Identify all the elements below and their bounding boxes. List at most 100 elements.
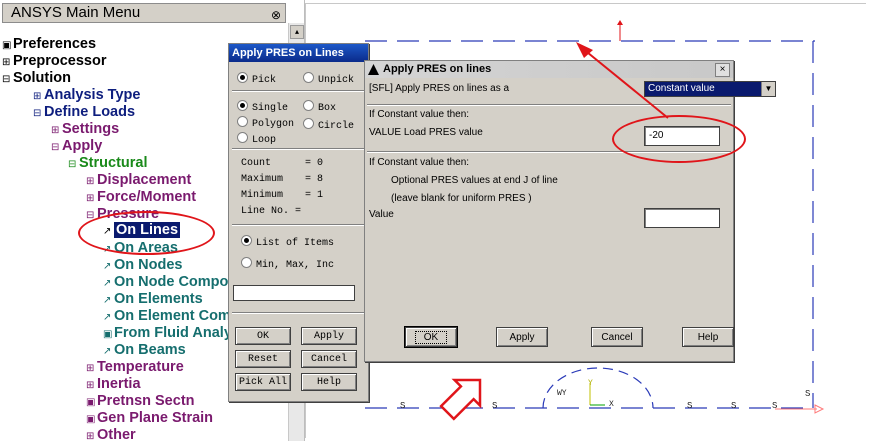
main-menu-title: ANSYS Main Menu ⊗ [2,3,286,23]
scroll-up-icon[interactable]: ▴ [290,25,304,39]
dialog-help-button[interactable]: Help [682,327,734,347]
menu-item-solution[interactable]: ⊟ Solution [2,70,71,88]
count-value: = 0 [305,158,324,169]
dialog-title-text: Apply PRES on lines [383,63,492,75]
expand-icon: ⊞ [33,91,42,102]
radio-list-of-items[interactable]: List of Items [241,235,334,249]
optional-label: Optional PRES values at end J of line [391,175,558,186]
if-constant-label-2: If Constant value then: [369,157,470,168]
checkbox-icon: ▣ [103,329,113,340]
dialog-title: Apply PRES on lines [365,61,733,78]
menu-item-define-loads[interactable]: ⊟ Define Loads [33,104,135,122]
collapse-icon[interactable]: ⊗ [271,6,281,24]
menu-item-on-nodes[interactable]: ↗ On Nodes [103,257,182,275]
picker-divider [232,224,365,226]
menu-item-apply[interactable]: ⊟ Apply [51,138,102,156]
symbol-s-3: S [492,401,498,411]
picker-divider [232,148,365,150]
picker-divider [232,312,365,314]
radio-polygon[interactable]: Polygon [237,116,294,130]
symbol-s-5: S [731,401,737,411]
minimum-value: = 1 [305,190,324,201]
if-constant-label-1: If Constant value then: [369,109,470,120]
radio-selected-icon [237,72,248,83]
pick-arrow-icon: ↗ [103,346,112,357]
picker-help-button[interactable]: Help [301,373,357,391]
checkbox-icon: ▣ [86,414,96,425]
pres-value-j-input[interactable] [644,208,720,228]
dialog-ok-button[interactable]: OK [405,327,457,347]
radio-single[interactable]: Single [237,100,288,114]
pick-arrow-icon: ↗ [103,261,112,272]
pick-arrow-icon: ↗ [103,312,112,323]
picker-item-input[interactable] [233,285,355,301]
menu-item-gen-plane-strain[interactable]: ▣ Gen Plane Strain [86,410,213,428]
checkbox-icon: ▣ [2,40,12,51]
menu-item-temperature[interactable]: ⊞ Temperature [86,359,184,377]
expand-icon: ⊞ [86,176,95,187]
menu-item-preprocessor[interactable]: ⊞ Preprocessor [2,53,107,71]
menu-item-structural[interactable]: ⊟ Structural [68,155,148,173]
menu-item-on-elements[interactable]: ↗ On Elements [103,291,203,309]
menu-item-from-fluid-analysis[interactable]: ▣ From Fluid Analy [103,325,232,343]
value-label: VALUE Load PRES value [369,127,483,138]
radio-icon [303,118,314,129]
top-marker-arrowhead [617,20,623,25]
collapse-tree-icon: ⊟ [51,142,60,153]
menu-item-settings[interactable]: ⊞ Settings [51,121,119,139]
radio-icon [241,257,252,268]
dialog-cancel-button[interactable]: Cancel [591,327,643,347]
count-label: Count [241,158,272,169]
menu-item-displacement[interactable]: ⊞ Displacement [86,172,191,190]
picker-reset-button[interactable]: Reset [235,350,291,368]
symbol-s-4: S [687,401,693,411]
blank-hint: (leave blank for uniform PRES ) [391,193,532,204]
menu-item-pretnsn-sectn[interactable]: ▣ Pretnsn Sectn [86,393,195,411]
radio-selected-icon [241,235,252,246]
collapse-tree-icon: ⊟ [68,159,77,170]
expand-icon: ⊞ [86,363,95,374]
picker-dialog: Apply PRES on Lines Pick Unpick Single B… [228,43,369,402]
chevron-down-icon[interactable]: ▼ [761,82,775,96]
radio-selected-icon [237,100,248,111]
minimum-label: Minimum [241,190,284,201]
expand-icon: ⊞ [51,125,60,136]
radio-pick[interactable]: Pick [237,72,276,86]
value2-label: Value [369,209,394,220]
menu-item-inertia[interactable]: ⊞ Inertia [86,376,141,394]
radio-unpick[interactable]: Unpick [303,72,354,86]
dialog-apply-button[interactable]: Apply [496,327,548,347]
x-axis-label: X [609,400,614,409]
menu-item-on-beams[interactable]: ↗ On Beams [103,342,186,360]
symbol-s-6: S [772,401,778,411]
menu-item-force-moment[interactable]: ⊞ Force/Moment [86,189,196,207]
expand-icon: ⊞ [86,431,95,442]
y-axis-label: Y [588,379,593,388]
radio-box[interactable]: Box [303,100,336,114]
hole-arc [542,367,654,409]
menu-item-preferences[interactable]: ▣ Preferences [2,36,96,54]
radio-circle[interactable]: Circle [303,118,354,132]
menu-item-on-element-components[interactable]: ↗ On Element Com [103,308,231,326]
maximum-value: = 8 [305,174,324,185]
picker-ok-button[interactable]: OK [235,327,291,345]
main-menu-title-text: ANSYS Main Menu [11,4,141,21]
picker-apply-button[interactable]: Apply [301,327,357,345]
radio-icon [237,116,248,127]
symbol-s-1: S [400,401,406,411]
sfl-select[interactable]: Constant value ▼ [644,81,776,97]
menu-item-on-node-components[interactable]: ↗ On Node Compor [103,274,234,292]
collapse-tree-icon: ⊟ [2,74,11,85]
menu-item-analysis-type[interactable]: ⊞ Analysis Type [33,87,140,105]
annotation-circle-on-lines [78,211,215,255]
symbol-s-2: S [445,401,451,411]
line-no-label: Line No. = [241,206,302,217]
radio-min-max-inc[interactable]: Min, Max, Inc [241,257,334,271]
menu-item-other[interactable]: ⊞ Other [86,427,136,445]
close-icon[interactable]: × [715,63,730,77]
radio-loop[interactable]: Loop [237,132,276,146]
picker-title: Apply PRES on Lines [229,44,368,62]
picker-pick-all-button[interactable]: Pick All [235,373,291,391]
symbol-s-7: S [805,389,811,399]
picker-cancel-button[interactable]: Cancel [301,350,357,368]
